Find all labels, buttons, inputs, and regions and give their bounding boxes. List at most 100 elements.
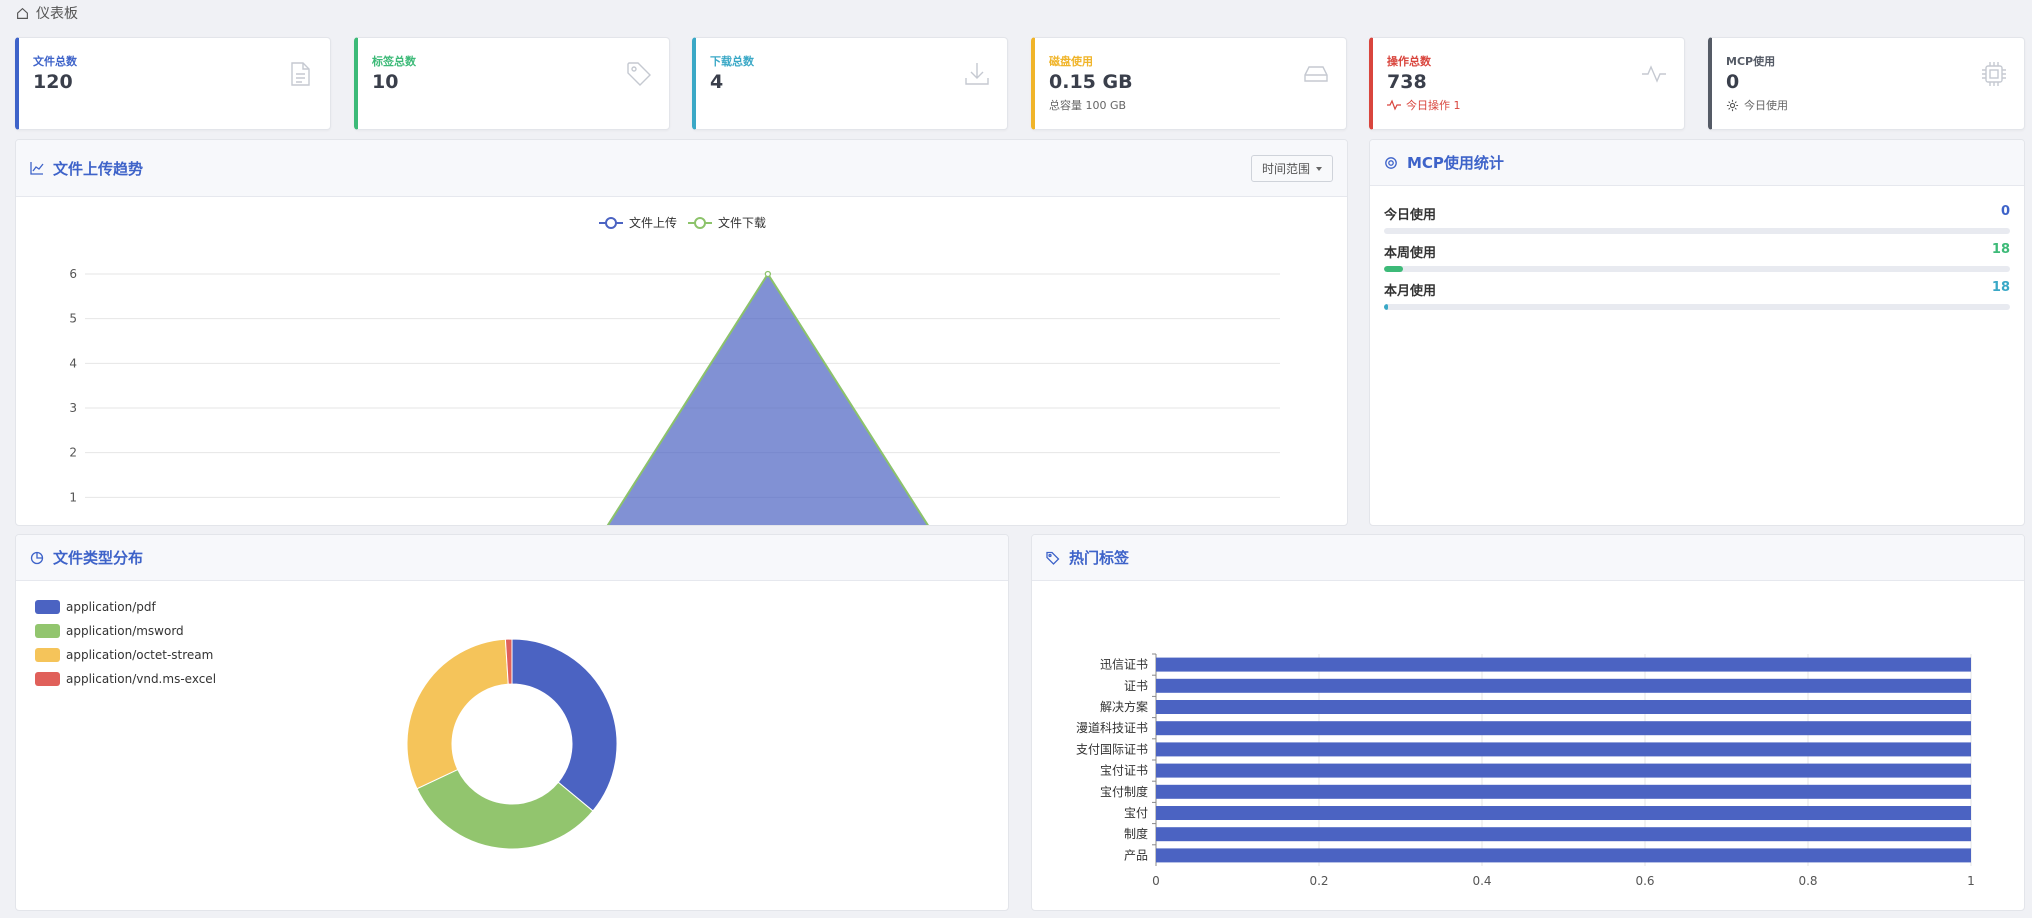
panel-header: 文件类型分布 bbox=[16, 535, 1008, 581]
legend-swatch bbox=[35, 600, 60, 614]
caret-down-icon bbox=[1316, 166, 1322, 171]
mcp-row-value: 0 bbox=[2000, 204, 2010, 219]
tag-icon bbox=[1046, 551, 1060, 565]
mcp-row-today: 今日使用 0 bbox=[1384, 204, 2010, 223]
y-tick-label: 宝付证书 bbox=[1100, 764, 1148, 778]
y-tick-label: 4 bbox=[69, 356, 77, 370]
panel-header: 文件上传趋势 时间范围 bbox=[16, 140, 1347, 197]
pulse-icon bbox=[1387, 99, 1401, 111]
file-types-panel: 文件类型分布 application/pdf application/msword… bbox=[15, 534, 1009, 911]
stat-label: 操作总数 bbox=[1387, 55, 1431, 68]
panel-title: MCP使用统计 bbox=[1407, 154, 1504, 172]
breadcrumb: 仪表板 bbox=[16, 4, 78, 22]
panel-header: 热门标签 bbox=[1032, 535, 2024, 581]
breadcrumb-current[interactable]: 仪表板 bbox=[36, 3, 78, 23]
panel-title: 文件类型分布 bbox=[53, 549, 144, 567]
stat-card-operations: 操作总数 738 今日操作 1 bbox=[1369, 37, 1685, 130]
download-icon bbox=[965, 63, 989, 85]
home-icon bbox=[17, 7, 28, 19]
legend-swatch-marker bbox=[694, 217, 706, 229]
mcp-row-label: 本月使用 bbox=[1384, 284, 1437, 299]
bar bbox=[1156, 657, 1971, 672]
bar bbox=[1156, 763, 1971, 778]
mcp-row-label: 今日使用 bbox=[1384, 208, 1437, 223]
panel-title: 热门标签 bbox=[1069, 549, 1130, 567]
y-tick-label: 6 bbox=[69, 267, 77, 281]
mcp-row-week: 本周使用 18 bbox=[1384, 242, 2010, 261]
pie-slice bbox=[406, 638, 509, 790]
stat-sub-text: 今日操作 1 bbox=[1406, 99, 1461, 112]
y-tick-label: 宝付制度 bbox=[1100, 784, 1148, 799]
mcp-row-value: 18 bbox=[1991, 280, 2010, 295]
bar bbox=[1156, 784, 1971, 799]
legend-label: application/octet-stream bbox=[66, 648, 213, 662]
cpu-icon bbox=[1982, 62, 2006, 86]
legend-label: 文件下载 bbox=[718, 215, 766, 230]
stat-value: 120 bbox=[33, 71, 73, 93]
stat-value: 0 bbox=[1726, 71, 1740, 93]
legend-swatch-marker bbox=[605, 217, 617, 229]
x-tick-label: 0.6 bbox=[1635, 874, 1654, 888]
data-point bbox=[764, 270, 772, 278]
bar bbox=[1156, 678, 1971, 693]
mcp-progress-week bbox=[1384, 266, 2010, 272]
bar bbox=[1156, 721, 1971, 736]
bar bbox=[1156, 806, 1971, 820]
time-range-button[interactable]: 时间范围 bbox=[1250, 155, 1333, 182]
y-tick-label: 支付国际证书 bbox=[1076, 742, 1148, 756]
stat-sub-text: 今日使用 bbox=[1744, 99, 1788, 112]
bar bbox=[1156, 848, 1971, 863]
hot-tags-panel: 热门标签 0 0.2 0.4 0.6 0.8 1 迅信证书 证书 解决方案 漫道科技证书 支付国际证… bbox=[1031, 534, 2025, 911]
y-tick-label: 宝付 bbox=[1124, 806, 1148, 820]
y-tick-label: 2 bbox=[69, 446, 77, 460]
tag-icon bbox=[627, 62, 651, 86]
line-chart-icon bbox=[30, 162, 44, 175]
stat-card-downloads: 下载总数 4 bbox=[692, 37, 1008, 130]
stat-value: 10 bbox=[372, 71, 399, 93]
stat-value: 4 bbox=[710, 71, 724, 93]
gear-icon bbox=[1726, 99, 1739, 111]
legend-label: application/msword bbox=[66, 624, 184, 638]
stat-label: 磁盘使用 bbox=[1049, 55, 1093, 68]
mcp-progress-month bbox=[1384, 304, 2010, 310]
y-tick-label: 1 bbox=[69, 490, 77, 504]
stat-label: MCP使用 bbox=[1726, 55, 1776, 68]
mcp-stats-panel: MCP使用统计 今日使用 0 本周使用 18 本月使用 18 bbox=[1369, 139, 2025, 526]
panel-header: MCP使用统计 bbox=[1370, 140, 2024, 186]
legend-label: 文件上传 bbox=[629, 215, 677, 230]
y-tick-label: 制度 bbox=[1124, 826, 1148, 841]
mcp-progress-fill bbox=[1384, 266, 1403, 272]
upload-trend-chart: 012345608-0708-0808-0908-1008-1108-1208-… bbox=[69, 215, 1280, 525]
series-area-upload bbox=[607, 272, 929, 525]
mcp-row-value: 18 bbox=[1991, 242, 2010, 257]
legend-swatch bbox=[35, 672, 60, 686]
bar bbox=[1156, 827, 1971, 842]
legend-swatch bbox=[35, 648, 60, 662]
x-tick-label: 0.4 bbox=[1472, 874, 1491, 888]
x-tick-label: 0 bbox=[1152, 874, 1160, 888]
hard-drive-icon bbox=[1304, 66, 1328, 82]
y-tick-label: 3 bbox=[69, 401, 77, 415]
y-tick-label: 产品 bbox=[1124, 848, 1148, 862]
stat-label: 标签总数 bbox=[372, 55, 416, 68]
stat-card-mcp: MCP使用 0 今日使用 bbox=[1708, 37, 2025, 130]
x-tick-label: 1 bbox=[1967, 874, 1975, 888]
mcp-row-label: 本周使用 bbox=[1384, 246, 1437, 261]
legend-swatch bbox=[35, 624, 60, 638]
y-tick-label: 解决方案 bbox=[1100, 699, 1148, 714]
y-tick-label: 漫道科技证书 bbox=[1076, 721, 1148, 735]
upload-trend-panel: 文件上传趋势 时间范围 012345608-0708-0808-0908-100… bbox=[15, 139, 1348, 526]
stat-card-disk: 磁盘使用 0.15 GB 总容量 100 GB bbox=[1031, 37, 1347, 130]
file-icon bbox=[291, 62, 310, 86]
hot-tags-chart: 0 0.2 0.4 0.6 0.8 1 迅信证书证书解决方案漫道科技证书支付国际证书宝付证书… bbox=[1076, 653, 1975, 888]
x-tick-label: 0.2 bbox=[1309, 874, 1328, 888]
stat-value: 738 bbox=[1387, 71, 1427, 93]
stat-sub: 今日操作 1 bbox=[1387, 97, 1461, 113]
y-tick-label: 证书 bbox=[1124, 679, 1148, 693]
pie-chart-icon bbox=[30, 551, 44, 564]
stat-card-tags: 标签总数 10 bbox=[354, 37, 670, 130]
stat-sub-text: 总容量 100 GB bbox=[1049, 99, 1127, 112]
file-types-chart: application/pdf application/msword applica… bbox=[35, 600, 618, 850]
pie-slice bbox=[511, 638, 618, 812]
stat-card-files: 文件总数 120 bbox=[15, 37, 331, 130]
